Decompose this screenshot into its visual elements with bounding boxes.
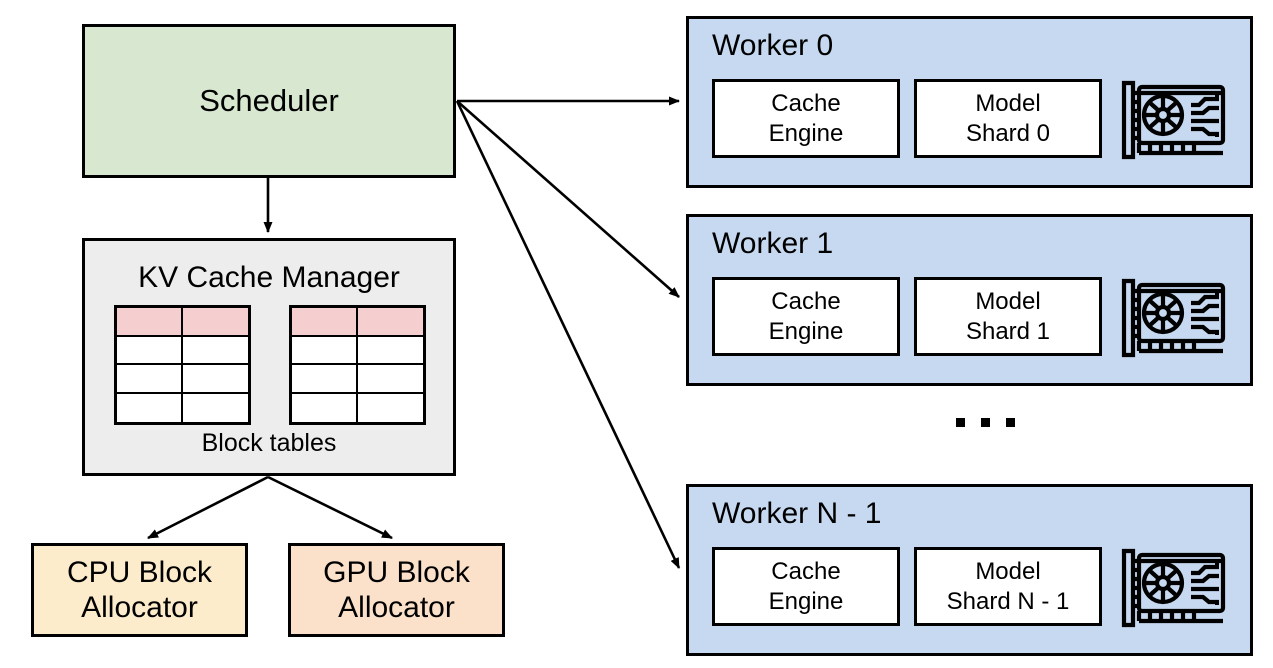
connector-kv-manager-to-gpu-allocator [267, 475, 393, 540]
kv-cache-manager-node[interactable]: KV Cache Manager Block tables [82, 238, 456, 476]
gpu-block-allocator-label-line1: GPU Block [323, 555, 470, 589]
block-table[interactable] [289, 305, 426, 425]
gpu-block-allocator-node[interactable]: GPU Block Allocator [288, 543, 505, 637]
worker-title: Worker 1 [712, 227, 834, 260]
worker-panel-n-1[interactable]: Worker N - 1 Cache Engine Model Shard N … [686, 484, 1253, 656]
model-shard-label-line1: Model [975, 558, 1041, 586]
gpu-card-icon [1121, 80, 1226, 160]
block-cell [292, 336, 358, 365]
model-shard-label-line1: Model [975, 90, 1041, 118]
cpu-block-allocator-node[interactable]: CPU Block Allocator [31, 543, 248, 637]
block-cell [357, 308, 423, 337]
architecture-diagram: Scheduler KV Cache Manager Block tables [0, 0, 1273, 668]
cache-engine-label-line2: Engine [768, 317, 844, 345]
block-cell [357, 393, 423, 422]
cache-engine-label-line1: Cache [771, 90, 841, 118]
cache-engine-box[interactable]: Cache Engine [712, 547, 900, 626]
cache-engine-label-line1: Cache [771, 288, 841, 316]
cache-engine-label-line2: Engine [768, 587, 844, 615]
block-cell [182, 336, 248, 365]
worker-panel-0[interactable]: Worker 0 Cache Engine Model Shard 0 [686, 16, 1253, 188]
scheduler-label: Scheduler [199, 82, 339, 118]
model-shard-label-line1: Model [975, 288, 1041, 316]
connector-kv-manager-to-cpu-allocator [147, 475, 269, 540]
block-cell [117, 336, 183, 365]
connector-scheduler-to-worker-1 [456, 100, 680, 298]
block-cell [292, 308, 358, 337]
block-tables-caption: Block tables [201, 429, 337, 457]
block-cell [357, 365, 423, 394]
model-shard-box[interactable]: Model Shard 0 [914, 79, 1102, 158]
block-cell [292, 365, 358, 394]
ellipsis-dot [955, 418, 965, 427]
model-shard-box[interactable]: Model Shard N - 1 [914, 547, 1102, 626]
block-cell [182, 393, 248, 422]
block-cell [117, 365, 183, 394]
block-cell [292, 393, 358, 422]
cpu-block-allocator-label-line2: Allocator [81, 591, 198, 624]
scheduler-node[interactable]: Scheduler [82, 24, 456, 178]
cpu-block-allocator-label-line1: CPU Block [66, 555, 213, 589]
cache-engine-box[interactable]: Cache Engine [712, 277, 900, 356]
worker-panel-1[interactable]: Worker 1 Cache Engine Model Shard 1 [686, 214, 1253, 386]
gpu-card-icon [1121, 278, 1226, 358]
cache-engine-box[interactable]: Cache Engine [712, 79, 900, 158]
block-cell [357, 336, 423, 365]
gpu-card-icon [1121, 548, 1226, 628]
model-shard-label-line2: Shard 0 [965, 119, 1051, 147]
ellipsis-dot [1005, 418, 1015, 427]
model-shard-box[interactable]: Model Shard 1 [914, 277, 1102, 356]
block-cell [117, 393, 183, 422]
worker-title: Worker N - 1 [712, 497, 882, 530]
ellipsis-dot [980, 418, 990, 427]
worker-title: Worker 0 [712, 29, 834, 62]
model-shard-label-line2: Shard 1 [965, 317, 1051, 345]
block-table[interactable] [114, 305, 251, 425]
cache-engine-label-line1: Cache [771, 558, 841, 586]
connector-scheduler-to-worker-n-1 [455, 100, 681, 569]
gpu-block-allocator-label-line2: Allocator [338, 591, 455, 624]
kv-cache-manager-title: KV Cache Manager [138, 261, 400, 294]
worker-list-ellipsis [930, 418, 1040, 427]
block-cell [182, 365, 248, 394]
block-cell [182, 308, 248, 337]
model-shard-label-line2: Shard N - 1 [946, 587, 1070, 615]
block-cell [117, 308, 183, 337]
cache-engine-label-line2: Engine [768, 119, 844, 147]
